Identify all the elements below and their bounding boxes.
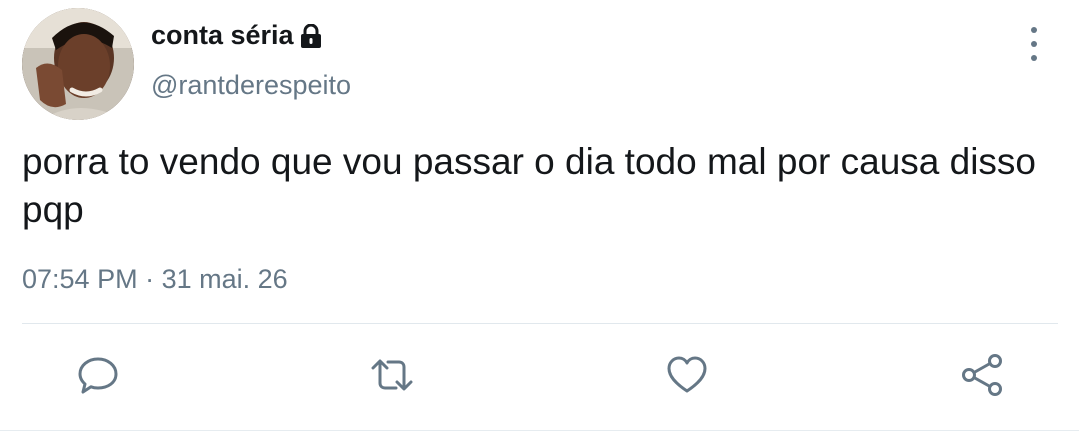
avatar-photo xyxy=(22,8,134,120)
heart-icon[interactable] xyxy=(664,352,710,398)
reply-icon[interactable] xyxy=(75,352,121,398)
more-vertical-icon[interactable] xyxy=(1018,27,1050,61)
handle[interactable]: @rantderespeito xyxy=(151,70,351,101)
tweet-time: 07:54 PM xyxy=(22,264,138,294)
tweet-text: porra to vendo que vou passar o dia todo… xyxy=(22,141,1037,230)
lock-icon xyxy=(300,23,322,48)
display-name[interactable]: conta séria xyxy=(151,20,294,51)
meta-separator: · xyxy=(137,264,162,294)
bottom-divider xyxy=(0,430,1079,431)
share-icon[interactable] xyxy=(959,352,1005,398)
divider xyxy=(22,323,1058,324)
retweet-icon[interactable] xyxy=(369,352,415,398)
avatar[interactable] xyxy=(22,8,134,120)
author-row[interactable]: conta séria xyxy=(151,20,322,51)
tweet-timestamp: 07:54 PM · 31 mai. 26 xyxy=(22,264,288,295)
tweet-date: 31 mai. 26 xyxy=(161,264,288,294)
